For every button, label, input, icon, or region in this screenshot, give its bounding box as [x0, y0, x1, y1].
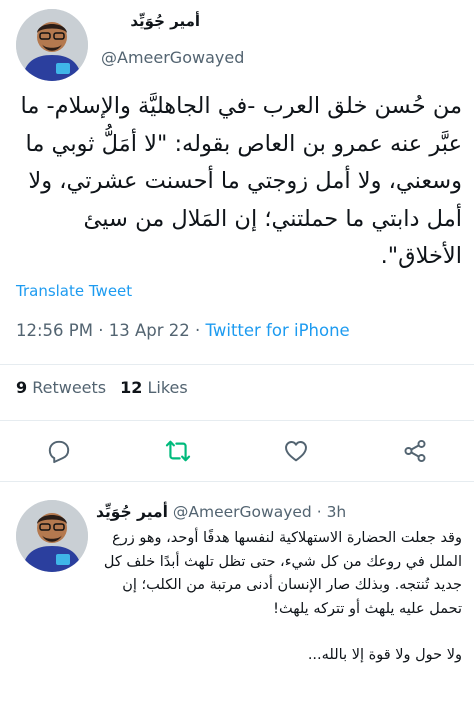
- reply-author-name[interactable]: أمير جُوَيِّد: [96, 503, 168, 521]
- share-icon[interactable]: [402, 438, 428, 464]
- tweet-source-link[interactable]: Twitter for iPhone: [206, 321, 350, 340]
- author-name[interactable]: أمير جُوَيِّد: [100, 12, 200, 30]
- likes-count: 12: [120, 378, 143, 397]
- reply-icon[interactable]: [46, 438, 72, 464]
- tweet-stats: 9 Retweets 12 Likes: [16, 378, 188, 397]
- tweet-date[interactable]: 13 Apr 22: [109, 321, 190, 340]
- retweet-icon[interactable]: [165, 438, 191, 464]
- reply-header: أمير جُوَيِّد @AmeerGowayed · 3h: [96, 503, 462, 521]
- retweets-stat[interactable]: 9 Retweets: [16, 378, 106, 397]
- tweet-text: من حُسن خلق العرب -في الجاهليَّة والإسلا…: [20, 93, 463, 269]
- meta-separator: ·: [98, 321, 104, 340]
- reply-body: وقد جعلت الحضارة الاستهلاكية لنفسها هدفً…: [103, 530, 462, 617]
- tweet-meta: 12:56 PM · 13 Apr 22 · Twitter for iPhon…: [16, 321, 350, 340]
- reply-closing: ولا حول ولا قوة إلا بالله...: [307, 647, 462, 663]
- reply-author-handle[interactable]: @AmeerGowayed: [173, 503, 312, 521]
- tweet-time[interactable]: 12:56 PM: [16, 321, 93, 340]
- divider: [0, 364, 474, 365]
- retweets-count: 9: [16, 378, 28, 397]
- like-icon[interactable]: [283, 438, 309, 464]
- translate-tweet-link[interactable]: Translate Tweet: [16, 282, 132, 300]
- divider: [0, 420, 474, 421]
- avatar-photo: [16, 500, 88, 572]
- avatar-photo: [16, 9, 88, 81]
- reply-separator: ·: [316, 503, 322, 521]
- reply-author-avatar[interactable]: [16, 500, 88, 572]
- author-avatar[interactable]: [16, 9, 88, 81]
- divider: [0, 481, 474, 482]
- reply-time[interactable]: 3h: [327, 503, 347, 521]
- reply-text: وقد جعلت الحضارة الاستهلاكية لنفسها هدفً…: [96, 527, 462, 668]
- likes-stat[interactable]: 12 Likes: [120, 378, 188, 397]
- likes-label: Likes: [147, 378, 188, 397]
- author-handle[interactable]: @AmeerGowayed: [101, 48, 244, 67]
- retweets-label: Retweets: [32, 378, 107, 397]
- meta-separator: ·: [195, 321, 201, 340]
